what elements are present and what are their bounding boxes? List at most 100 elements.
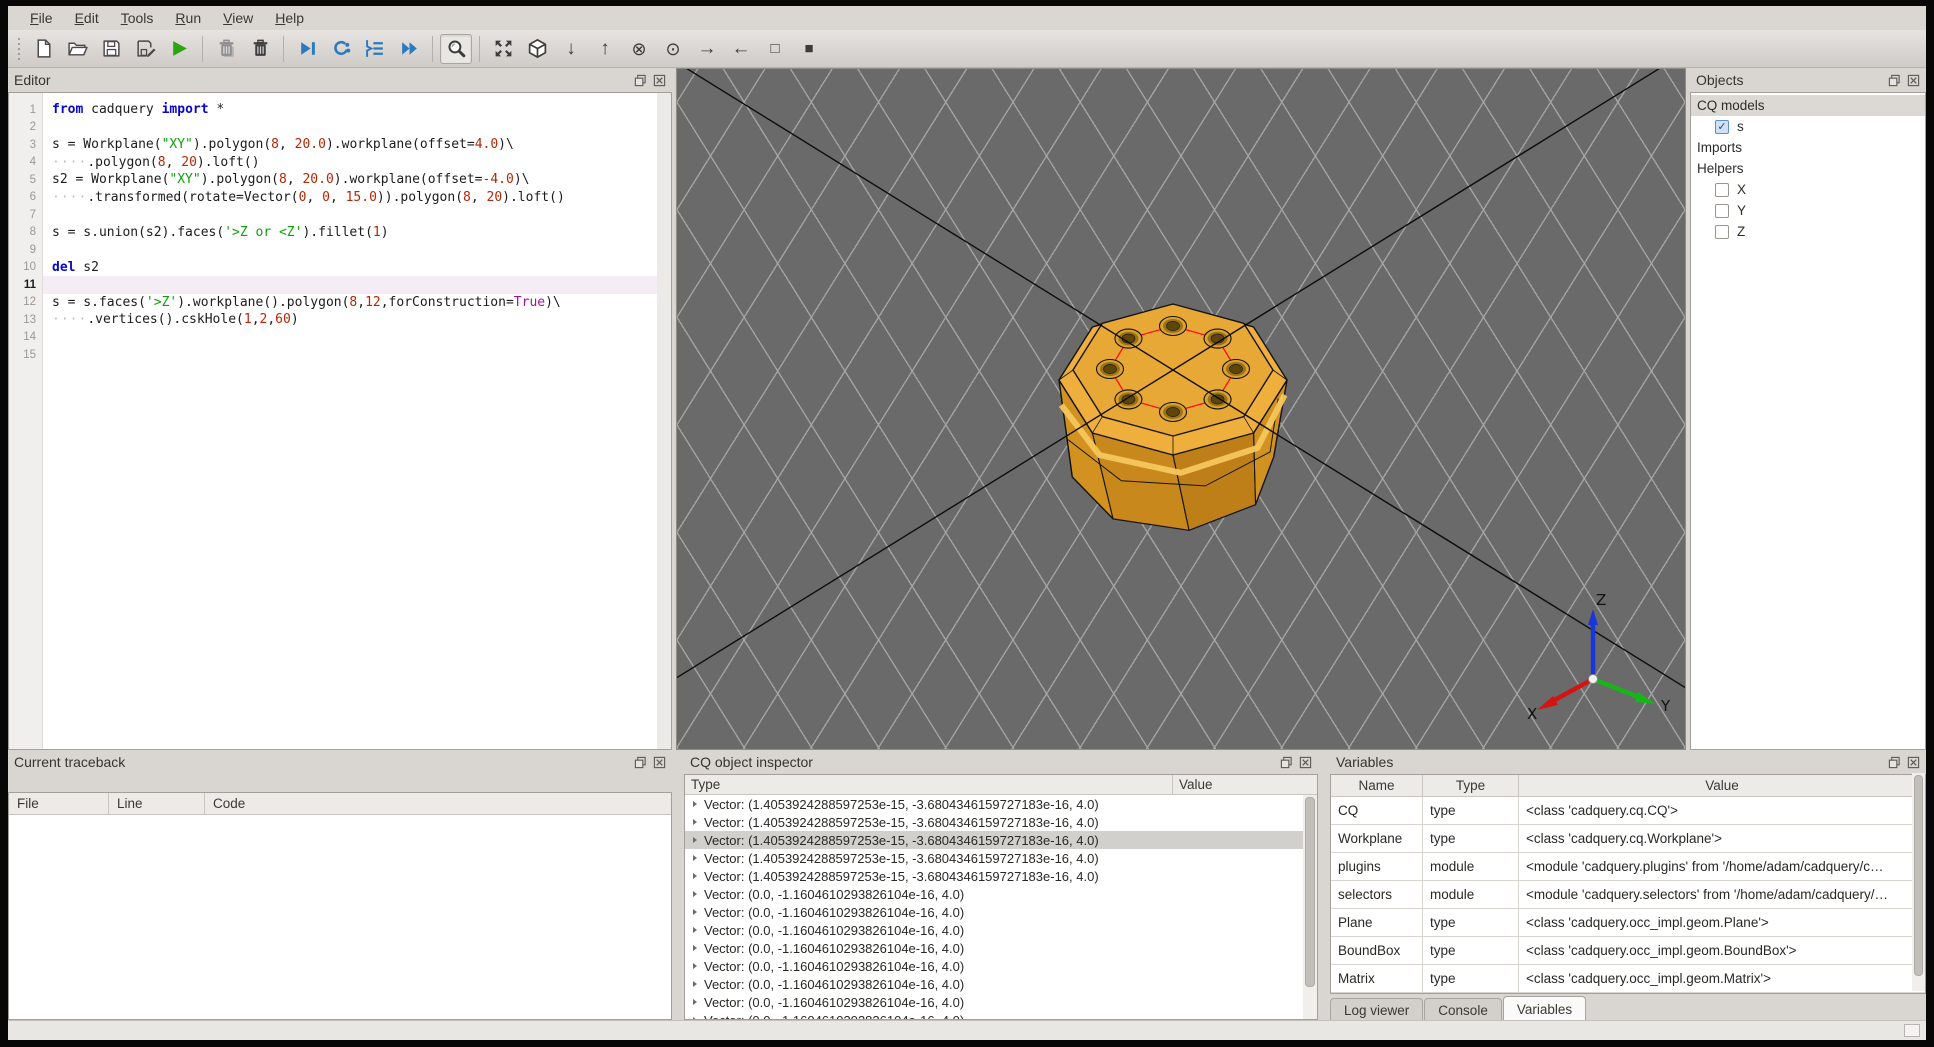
menu-file[interactable]: File [20, 8, 63, 28]
front-view-button[interactable]: ⊗ [623, 34, 655, 64]
checkbox-icon[interactable] [1715, 203, 1729, 218]
objects-tree-s[interactable]: ✓ s [1691, 116, 1925, 137]
code-editor[interactable]: 1 from cadquery import * 2 3 s = Workplane("… [8, 92, 672, 750]
variable-row-boundbox[interactable]: BoundBox type <class 'cadquery.occ_impl.ge… [1331, 937, 1925, 965]
variables-close-button[interactable] [1906, 755, 1920, 769]
code-line-12[interactable]: 12 s = s.faces('>Z').workplane().polygon(… [9, 294, 657, 312]
expand-arrow-icon[interactable] [693, 981, 697, 987]
objects-tree-imports[interactable]: Imports [1691, 137, 1925, 158]
code-line-2[interactable]: 2 [9, 119, 657, 137]
traceback-col-code[interactable]: Code [205, 793, 671, 814]
debug-button[interactable] [210, 34, 242, 64]
open-file-button[interactable] [61, 34, 93, 64]
fit-view-button[interactable] [487, 34, 519, 64]
editor-close-button[interactable] [652, 73, 666, 87]
delete-button[interactable] [244, 34, 276, 64]
inspector-col-type[interactable]: Type [685, 775, 1173, 794]
objects-close-button[interactable] [1906, 73, 1920, 87]
wireframe-button[interactable]: □ [759, 34, 791, 64]
objects-tree-helpers[interactable]: Helpers [1691, 158, 1925, 179]
zoom-button[interactable] [440, 33, 472, 64]
code-line-1[interactable]: 1 from cadquery import * [9, 101, 657, 119]
variables-col-type[interactable]: Type [1423, 775, 1519, 796]
inspector-close-button[interactable] [1298, 755, 1312, 769]
code-line-7[interactable]: 7 [9, 206, 657, 224]
code-line-10[interactable]: 10 del s2 [9, 259, 657, 277]
step-into-button[interactable] [359, 34, 391, 64]
code-line-4[interactable]: 4 ···· .polygon(8, 20).loft() [9, 154, 657, 172]
tab-console[interactable]: Console [1424, 998, 1502, 1022]
right-view-button[interactable]: ← [725, 34, 757, 64]
inspector-scrollbar[interactable] [1303, 795, 1317, 1019]
expand-arrow-icon[interactable] [693, 855, 697, 861]
back-view-button[interactable]: ⊙ [657, 34, 689, 64]
expand-arrow-icon[interactable] [693, 999, 697, 1005]
editor-float-button[interactable] [633, 73, 647, 87]
new-file-button[interactable] [27, 34, 59, 64]
variables-col-name[interactable]: Name [1331, 775, 1423, 796]
inspector-row[interactable]: Vector: (0.0, -1.1604610293826104e-16, 4… [685, 939, 1303, 957]
traceback-float-button[interactable] [633, 755, 647, 769]
inspector-row[interactable]: Vector: (1.4053924288597253e-15, -3.6804… [685, 813, 1303, 831]
variable-row-matrix[interactable]: Matrix type <class 'cadquery.occ_impl.geom… [1331, 965, 1925, 993]
inspector-row[interactable]: Vector: (0.0, -1.1604610293826104e-16, 4… [685, 903, 1303, 921]
expand-arrow-icon[interactable] [693, 1017, 697, 1019]
traceback-close-button[interactable] [652, 755, 666, 769]
inspector-col-value[interactable]: Value [1173, 775, 1317, 794]
inspector-row[interactable]: Vector: (0.0, -1.1604610293826104e-16, 4… [685, 921, 1303, 939]
expand-arrow-icon[interactable] [693, 819, 697, 825]
code-line-13[interactable]: 13 ···· .vertices().cskHole(1, 2, 60) [9, 311, 657, 329]
iso-view-button[interactable] [521, 34, 553, 64]
traceback-col-file[interactable]: File [9, 793, 109, 814]
inspector-row[interactable]: Vector: (1.4053924288597253e-15, -3.6804… [685, 831, 1303, 849]
code-line-11[interactable]: 11 [9, 276, 657, 294]
expand-arrow-icon[interactable] [693, 963, 697, 969]
inspector-row[interactable]: Vector: (1.4053924288597253e-15, -3.6804… [685, 867, 1303, 885]
traceback-col-line[interactable]: Line [109, 793, 205, 814]
code-line-14[interactable]: 14 [9, 329, 657, 347]
objects-tree-z[interactable]: Z [1691, 221, 1925, 242]
inspector-row[interactable]: Vector: (0.0, -1.1604610293826104e-16, 4… [685, 993, 1303, 1011]
inspector-row[interactable]: Vector: (0.0, -1.1604610293826104e-16, 4… [685, 885, 1303, 903]
inspector-row[interactable]: Vector: (0.0, -1.1604610293826104e-16, 4… [685, 957, 1303, 975]
code-line-6[interactable]: 6 ···· .transformed(rotate=Vector(0, 0, 15… [9, 189, 657, 207]
top-view-button[interactable]: ↓ [555, 34, 587, 64]
inspector-row[interactable]: Vector: (1.4053924288597253e-15, -3.6804… [685, 795, 1303, 813]
step-button[interactable] [291, 34, 323, 64]
editor-scrollbar[interactable] [657, 93, 671, 749]
shaded-button[interactable]: ■ [793, 34, 825, 64]
code-line-5[interactable]: 5 s2 = Workplane("XY").polygon(8, 20.0).w… [9, 171, 657, 189]
continue-button[interactable] [393, 34, 425, 64]
toolbar-handle[interactable] [15, 36, 23, 61]
variables-scrollbar[interactable] [1912, 773, 1925, 991]
expand-arrow-icon[interactable] [693, 945, 697, 951]
menu-view[interactable]: View [213, 8, 263, 28]
variable-row-plane[interactable]: Plane type <class 'cadquery.occ_impl.geom.… [1331, 909, 1925, 937]
variable-row-cq[interactable]: CQ type <class 'cadquery.cq.CQ'> [1331, 797, 1925, 825]
expand-arrow-icon[interactable] [693, 891, 697, 897]
viewport-3d[interactable]: Z X Y [676, 68, 1686, 750]
save-as-button[interactable] [129, 34, 161, 64]
inspector-row[interactable]: Vector: (0.0, -1.1604610293826104e-16, 4… [685, 975, 1303, 993]
tab-variables[interactable]: Variables [1502, 996, 1587, 1022]
left-view-button[interactable]: → [691, 34, 723, 64]
variable-row-workplane[interactable]: Workplane type <class 'cadquery.cq.Workpla… [1331, 825, 1925, 853]
render-button[interactable] [163, 34, 195, 64]
step-next-button[interactable] [325, 34, 357, 64]
objects-float-button[interactable] [1887, 73, 1901, 87]
checkbox-checked-icon[interactable]: ✓ [1715, 119, 1729, 134]
checkbox-icon[interactable] [1715, 224, 1729, 239]
inspector-row[interactable]: Vector: (0.0, -1.1604610293826104e-16, 4… [685, 1011, 1303, 1019]
variables-col-value[interactable]: Value [1519, 775, 1925, 796]
code-line-3[interactable]: 3 s = Workplane("XY").polygon(8, 20.0).wo… [9, 136, 657, 154]
variable-row-plugins[interactable]: plugins module <module 'cadquery.plugins' … [1331, 853, 1925, 881]
resize-grip[interactable] [1904, 1024, 1920, 1037]
menu-tools[interactable]: Tools [111, 8, 164, 28]
menu-run[interactable]: Run [165, 8, 211, 28]
variables-float-button[interactable] [1887, 755, 1901, 769]
objects-tree-x[interactable]: X [1691, 179, 1925, 200]
variable-row-selectors[interactable]: selectors module <module 'cadquery.selecto… [1331, 881, 1925, 909]
expand-arrow-icon[interactable] [693, 873, 697, 879]
tab-log-viewer[interactable]: Log viewer [1330, 998, 1424, 1022]
expand-arrow-icon[interactable] [693, 837, 697, 843]
